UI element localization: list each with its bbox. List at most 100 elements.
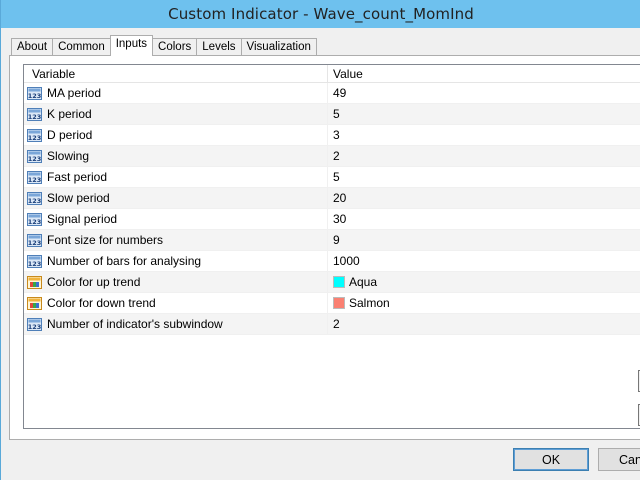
- variable-cell: Color for down trend: [24, 293, 328, 313]
- variable-label: Number of indicator's subwindow: [47, 317, 223, 331]
- table-row[interactable]: 123 MA period 49: [24, 83, 640, 104]
- numeric-icon: 123: [27, 86, 47, 100]
- value-cell[interactable]: Salmon: [328, 293, 390, 313]
- value-cell[interactable]: 5: [328, 104, 340, 124]
- dialog-window: Custom Indicator - Wave_count_MomInd Abo…: [0, 0, 640, 480]
- table-row[interactable]: 123 Number of indicator's subwindow 2: [24, 314, 640, 335]
- svg-text:123: 123: [28, 323, 42, 331]
- variable-label: Slow period: [47, 191, 110, 205]
- svg-text:123: 123: [28, 155, 42, 163]
- column-header-variable[interactable]: Variable: [24, 65, 328, 82]
- value-text: Aqua: [349, 275, 378, 289]
- value-cell[interactable]: Aqua: [328, 272, 377, 292]
- svg-text:123: 123: [28, 92, 42, 100]
- cancel-button[interactable]: Canc: [598, 448, 640, 471]
- inputs-panel: Variable Value 123 MA period 49 123 K period…: [9, 55, 640, 440]
- variable-label: D period: [47, 128, 93, 142]
- window-title: Custom Indicator - Wave_count_MomInd: [168, 5, 474, 23]
- variable-cell: 123 Signal period: [24, 209, 328, 229]
- grid-header: Variable Value: [24, 65, 640, 83]
- value-cell[interactable]: 5: [328, 167, 340, 187]
- grid-rows: 123 MA period 49 123 K period 5 123 D period 3 12…: [24, 83, 640, 335]
- value-cell[interactable]: 9: [328, 230, 340, 250]
- color-icon: [27, 275, 47, 289]
- ok-button[interactable]: OK: [513, 448, 589, 471]
- variable-cell: 123 Fast period: [24, 167, 328, 187]
- tab-inputs[interactable]: Inputs: [109, 35, 154, 56]
- value-cell[interactable]: 30: [328, 209, 346, 229]
- svg-text:123: 123: [28, 239, 42, 247]
- value-cell[interactable]: 1000: [328, 251, 360, 271]
- variable-cell: 123 Slowing: [24, 146, 328, 166]
- table-row[interactable]: 123 K period 5: [24, 104, 640, 125]
- svg-text:123: 123: [28, 176, 42, 184]
- numeric-icon: 123: [27, 233, 47, 247]
- variable-label: Color for down trend: [47, 296, 156, 310]
- variable-cell: 123 MA period: [24, 83, 328, 103]
- color-icon: [27, 296, 47, 310]
- value-text: 20: [333, 191, 347, 205]
- svg-text:123: 123: [28, 134, 42, 142]
- value-text: 5: [333, 107, 340, 121]
- value-cell[interactable]: 49: [328, 83, 346, 103]
- svg-text:123: 123: [28, 113, 42, 121]
- tab-colors[interactable]: Colors: [152, 38, 198, 56]
- color-swatch: [333, 297, 345, 309]
- column-header-value[interactable]: Value: [328, 65, 363, 82]
- table-row[interactable]: 123 Fast period 5: [24, 167, 640, 188]
- tab-common[interactable]: Common: [52, 38, 111, 56]
- value-text: 30: [333, 212, 347, 226]
- tab-levels[interactable]: Levels: [196, 38, 242, 56]
- svg-text:123: 123: [28, 260, 42, 268]
- tab-about[interactable]: About: [11, 38, 54, 56]
- svg-text:123: 123: [28, 197, 42, 205]
- variable-cell: 123 D period: [24, 125, 328, 145]
- variable-label: Number of bars for analysing: [47, 254, 202, 268]
- value-text: 49: [333, 86, 347, 100]
- numeric-icon: 123: [27, 149, 47, 163]
- value-text: 5: [333, 170, 340, 184]
- numeric-icon: 123: [27, 107, 47, 121]
- variable-label: Color for up trend: [47, 275, 141, 289]
- numeric-icon: 123: [27, 254, 47, 268]
- title-bar[interactable]: Custom Indicator - Wave_count_MomInd: [1, 0, 640, 28]
- variable-cell: 123 Slow period: [24, 188, 328, 208]
- variable-label: Font size for numbers: [47, 233, 164, 247]
- variable-label: K period: [47, 107, 92, 121]
- table-row[interactable]: 123 D period 3: [24, 125, 640, 146]
- value-text: 2: [333, 317, 340, 331]
- color-swatch: [333, 276, 345, 288]
- variable-cell: 123 K period: [24, 104, 328, 124]
- value-cell[interactable]: 2: [328, 146, 340, 166]
- value-text: 3: [333, 128, 340, 142]
- tab-visualization[interactable]: Visualization: [240, 38, 317, 56]
- table-row[interactable]: 123 Slow period 20: [24, 188, 640, 209]
- table-row[interactable]: Color for up trend Aqua: [24, 272, 640, 293]
- table-row[interactable]: 123 Signal period 30: [24, 209, 640, 230]
- numeric-icon: 123: [27, 128, 47, 142]
- variable-label: Signal period: [47, 212, 118, 226]
- variable-cell: 123 Number of bars for analysing: [24, 251, 328, 271]
- numeric-icon: 123: [27, 170, 47, 184]
- numeric-icon: 123: [27, 317, 47, 331]
- variable-label: Fast period: [47, 170, 108, 184]
- svg-text:123: 123: [28, 218, 42, 226]
- value-text: 1000: [333, 254, 360, 268]
- value-text: Salmon: [349, 296, 390, 310]
- value-cell[interactable]: 3: [328, 125, 340, 145]
- table-row[interactable]: 123 Number of bars for analysing 1000: [24, 251, 640, 272]
- value-cell[interactable]: 20: [328, 188, 346, 208]
- variable-cell: 123 Number of indicator's subwindow: [24, 314, 328, 334]
- variable-label: MA period: [47, 86, 102, 100]
- value-cell[interactable]: 2: [328, 314, 340, 334]
- variable-cell: Color for up trend: [24, 272, 328, 292]
- table-row[interactable]: 123 Slowing 2: [24, 146, 640, 167]
- inputs-grid: Variable Value 123 MA period 49 123 K period…: [23, 64, 640, 429]
- table-row[interactable]: Color for down trend Salmon: [24, 293, 640, 314]
- table-row[interactable]: 123 Font size for numbers 9: [24, 230, 640, 251]
- tab-strip: About Common Inputs Colors Levels Visual…: [11, 35, 317, 56]
- numeric-icon: 123: [27, 191, 47, 205]
- value-text: 2: [333, 149, 340, 163]
- numeric-icon: 123: [27, 212, 47, 226]
- value-text: 9: [333, 233, 340, 247]
